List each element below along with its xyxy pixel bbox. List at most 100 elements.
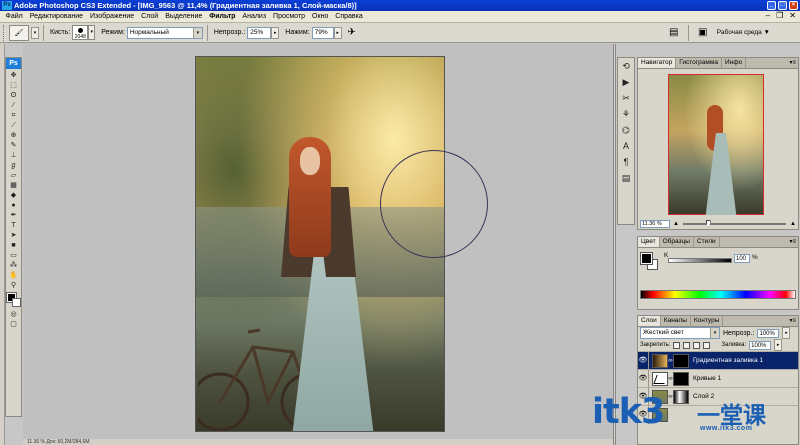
opacity-slider-button[interactable]: ▸ [271,26,280,39]
close-icon[interactable]: × [789,1,798,10]
zoom-slider[interactable] [682,220,787,227]
layer-row-gradient-fill[interactable]: 👁 ∞ Градиентная заливка 1 [638,351,798,370]
healing-icon[interactable]: ⊕ [7,131,20,140]
menu-edit[interactable]: Редактирование [26,13,86,20]
blend-mode-select[interactable]: Жесткий свет ▾ [640,327,720,339]
eye-icon[interactable]: 👁 [638,369,649,388]
doc-restore-icon[interactable]: ❐ [776,11,783,20]
workspace-menu[interactable]: Рабочая среда ▼ [717,29,770,36]
zoom-icon[interactable]: ⚲ [7,281,20,290]
minimize-icon[interactable]: _ [767,1,776,10]
lasso-icon[interactable]: ʘ [7,91,20,100]
curves-thumbnail[interactable] [652,371,668,386]
foreground-swatch[interactable] [640,252,653,265]
fill-field[interactable]: 100% [749,340,772,350]
menu-view[interactable]: Просмотр [270,13,309,20]
tool-preset-picker[interactable]: 🖌 [9,24,29,41]
pen-icon[interactable]: ✒ [7,211,20,220]
hand-icon[interactable]: ✋ [7,271,20,280]
type-icon[interactable]: T [7,221,20,230]
layer-mask-thumbnail[interactable] [673,353,689,368]
tool-presets-icon[interactable]: ✂ [620,92,633,105]
doc-close-icon[interactable]: ✕ [789,11,796,20]
zoom-in-icon[interactable]: ▲ [790,221,796,227]
screen-mode-icon[interactable]: ▢ [7,320,20,329]
zoom-out-icon[interactable]: ▲ [673,221,679,227]
clone-source-icon[interactable]: ⌬ [620,124,633,137]
quick-mask-icon[interactable]: ◎ [7,310,20,319]
layer-name[interactable]: Градиентная заливка 1 [693,357,763,364]
lock-pixels-icon[interactable] [683,341,691,349]
flow-field[interactable]: 79% [311,26,334,39]
panel-menu-icon[interactable]: ▾≡ [789,316,796,326]
tab-color[interactable]: Цвет [638,237,660,247]
tab-styles[interactable]: Стили [693,237,720,247]
blur-icon[interactable]: ◆ [7,191,20,200]
maximize-icon[interactable]: □ [778,1,787,10]
zoom-slider-knob[interactable] [705,220,711,227]
eye-icon[interactable]: 👁 [638,351,649,370]
shape-icon[interactable]: ■ [7,241,20,250]
layer-opacity-field[interactable]: 100% [757,328,780,338]
panel-menu-icon[interactable]: ▾≡ [789,58,796,68]
lock-transparency-icon[interactable] [673,341,681,349]
stamp-icon[interactable]: ⊥ [7,151,20,160]
brush-picker[interactable]: 2048 [72,25,89,40]
flow-slider-button[interactable]: ▸ [333,26,342,39]
crop-icon[interactable]: ⌗ [7,111,20,120]
palette-well-icon[interactable]: ▤ [667,26,681,40]
doc-minimize-icon[interactable]: – [766,11,770,20]
menu-file[interactable]: Файл [2,13,26,20]
panel-menu-icon[interactable]: ▾≡ [789,237,796,247]
navigator-view-box[interactable] [668,74,764,215]
magic-wand-icon[interactable]: ⁄ [7,101,20,110]
bridge-icon[interactable]: ▣ [696,26,710,40]
menu-select[interactable]: Выделение [162,13,206,20]
brush-picker-arrow[interactable]: ▾ [88,25,96,40]
tab-paths[interactable]: Контуры [690,316,724,326]
eraser-icon[interactable]: ▱ [7,171,20,180]
airbrush-icon[interactable]: ✈ [345,26,359,40]
fill-arrow[interactable]: ▸ [774,339,783,351]
dodge-icon[interactable]: ● [7,201,20,210]
tab-channels[interactable]: Каналы [660,316,691,326]
lock-position-icon[interactable] [693,341,701,349]
color-spectrum[interactable] [640,290,796,299]
canvas-area[interactable] [23,44,613,439]
slice-icon[interactable]: ⟋ [7,121,20,130]
mode-select[interactable]: Нормальный ▾ [126,26,203,39]
tab-navigator[interactable]: Навигатор [638,58,677,68]
navigator-preview[interactable] [638,69,798,219]
layer-mask-thumbnail[interactable] [673,389,689,404]
menu-filter[interactable]: Фильтр [206,13,239,20]
zoom-field[interactable]: 11.36 % [640,220,670,228]
history-icon[interactable]: ⟲ [620,60,633,73]
menu-help[interactable]: Справка [332,13,366,20]
layer-name[interactable]: Кривые 1 [693,375,721,382]
tab-swatches[interactable]: Образцы [659,237,694,247]
lock-all-icon[interactable] [703,341,711,349]
tab-layers[interactable]: Слои [638,316,661,326]
brushes-icon[interactable]: ⚘ [620,108,633,121]
k-slider[interactable] [668,258,732,263]
menu-analysis[interactable]: Анализ [239,13,270,20]
gradient-icon[interactable]: ▦ [7,181,20,190]
layer-opacity-arrow[interactable]: ▸ [782,327,791,339]
path-select-icon[interactable]: ➤ [7,231,20,240]
paragraph-icon[interactable]: ¶ [620,156,633,169]
layer-row-curves[interactable]: 👁 ∞ Кривые 1 [638,369,798,388]
history-brush-icon[interactable]: ℊ [7,161,20,170]
tab-histogram[interactable]: Гистограмма [676,58,722,68]
color-swatches[interactable] [5,292,21,307]
notes-icon[interactable]: ▭ [7,251,20,260]
panel-divider[interactable] [613,44,616,445]
background-color[interactable] [11,298,21,307]
eyedropper-icon[interactable]: ⁂ [7,261,20,270]
move-icon[interactable]: ✥ [7,71,20,80]
k-value-field[interactable]: 100 [734,254,750,263]
brush-icon[interactable]: ✎ [7,141,20,150]
menu-layer[interactable]: Слой [138,13,162,20]
tool-preset-arrow[interactable]: ▾ [31,26,39,39]
layer-mask-thumbnail[interactable] [673,371,689,386]
opacity-field[interactable]: 25% [247,26,272,39]
